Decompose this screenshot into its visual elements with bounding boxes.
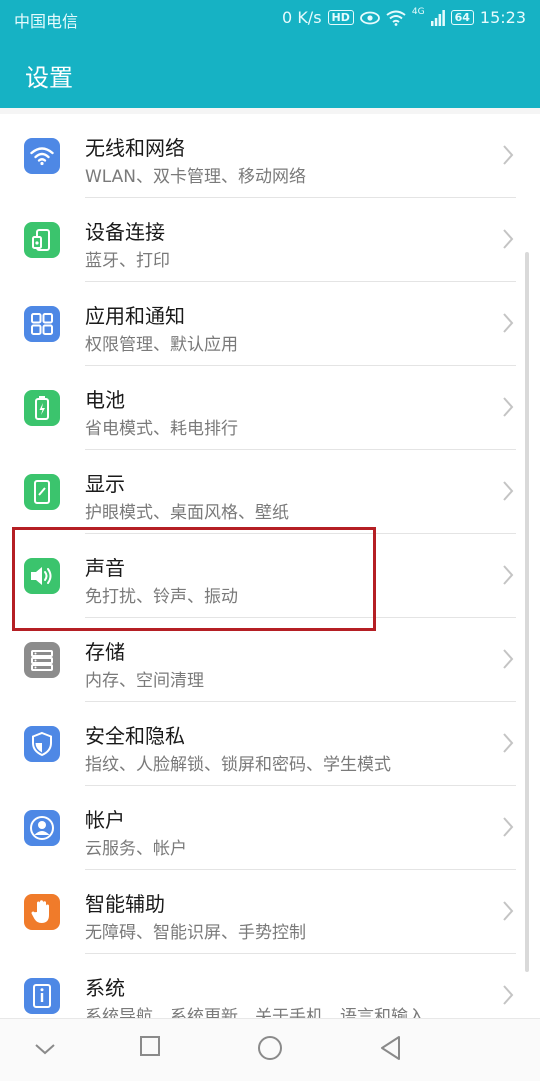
settings-item-subtitle: 内存、空间清理 <box>85 671 204 691</box>
settings-item-subtitle: 蓝牙、打印 <box>85 251 170 271</box>
chevron-right-icon <box>503 901 514 921</box>
settings-item-sound[interactable]: 声音 免打扰、铃声、振动 <box>0 534 540 618</box>
recent-apps-button[interactable] <box>139 1035 161 1057</box>
settings-item-label: 显示 <box>85 472 125 496</box>
settings-item-subtitle: 省电模式、耗电排行 <box>85 419 238 439</box>
storage-icon <box>24 642 60 678</box>
wifi-status-icon <box>386 10 406 26</box>
device-connect-icon <box>24 222 60 258</box>
eye-comfort-icon <box>359 11 380 24</box>
settings-item-wireless[interactable]: 无线和网络 WLAN、双卡管理、移动网络 <box>0 114 540 198</box>
settings-item-system[interactable]: 系统 系统导航、系统更新、关于手机、语言和输入 <box>0 954 540 1018</box>
page-title: 设置 <box>25 64 73 92</box>
chevron-right-icon <box>503 481 514 501</box>
settings-item-label: 安全和隐私 <box>85 724 185 748</box>
scrollbar[interactable] <box>525 252 529 972</box>
settings-item-label: 声音 <box>85 556 125 580</box>
chevron-right-icon <box>503 733 514 753</box>
system-info-icon <box>24 978 60 1014</box>
network-speed: 0 K/s <box>282 8 322 27</box>
display-icon <box>24 474 60 510</box>
home-button[interactable] <box>257 1035 283 1061</box>
settings-item-subtitle: 云服务、帐户 <box>85 839 187 859</box>
hd-badge: HD <box>327 10 354 25</box>
settings-item-security[interactable]: 安全和隐私 指纹、人脸解锁、锁屏和密码、学生模式 <box>0 702 540 786</box>
chevron-right-icon <box>503 817 514 837</box>
app-bar: 设置 <box>0 36 540 108</box>
speaker-icon <box>24 558 60 594</box>
network-type: 4G <box>411 6 425 17</box>
settings-item-subtitle: 权限管理、默认应用 <box>85 335 238 355</box>
chevron-right-icon <box>503 397 514 417</box>
settings-item-label: 设备连接 <box>85 220 165 244</box>
settings-item-storage[interactable]: 存储 内存、空间清理 <box>0 618 540 702</box>
back-button[interactable] <box>379 1035 401 1061</box>
settings-item-label: 无线和网络 <box>85 136 185 160</box>
settings-item-label: 电池 <box>85 388 125 412</box>
chevron-right-icon <box>503 229 514 249</box>
chevron-right-icon <box>503 145 514 165</box>
shield-icon <box>24 726 60 762</box>
settings-item-subtitle: 护眼模式、桌面风格、壁纸 <box>85 503 289 523</box>
carrier-label: 中国电信 <box>14 12 79 31</box>
wifi-icon <box>24 138 60 174</box>
settings-item-subtitle: 指纹、人脸解锁、锁屏和密码、学生模式 <box>85 755 391 775</box>
settings-list: 无线和网络 WLAN、双卡管理、移动网络 设备连接 蓝牙、打印 应用和通知 权限… <box>0 114 540 1018</box>
signal-icon <box>430 9 445 26</box>
chevron-down-icon[interactable] <box>34 1043 56 1055</box>
settings-item-subtitle: 免打扰、铃声、振动 <box>85 587 238 607</box>
chevron-right-icon <box>503 649 514 669</box>
settings-item-subtitle: 系统导航、系统更新、关于手机、语言和输入 <box>85 1007 425 1018</box>
settings-item-account[interactable]: 帐户 云服务、帐户 <box>0 786 540 870</box>
settings-item-label: 系统 <box>85 976 125 1000</box>
battery-icon <box>24 390 60 426</box>
account-icon <box>24 810 60 846</box>
settings-item-subtitle: WLAN、双卡管理、移动网络 <box>85 167 307 187</box>
clock: 15:23 <box>479 8 526 27</box>
settings-item-smart-assist[interactable]: 智能辅助 无障碍、智能识屏、手势控制 <box>0 870 540 954</box>
settings-item-label: 存储 <box>85 640 125 664</box>
settings-item-label: 帐户 <box>85 808 125 832</box>
chevron-right-icon <box>503 985 514 1005</box>
navigation-bar <box>0 1018 540 1081</box>
settings-item-display[interactable]: 显示 护眼模式、桌面风格、壁纸 <box>0 450 540 534</box>
settings-item-device-connection[interactable]: 设备连接 蓝牙、打印 <box>0 198 540 282</box>
chevron-right-icon <box>503 565 514 585</box>
chevron-right-icon <box>503 313 514 333</box>
settings-item-battery[interactable]: 电池 省电模式、耗电排行 <box>0 366 540 450</box>
settings-item-apps[interactable]: 应用和通知 权限管理、默认应用 <box>0 282 540 366</box>
battery-status: 64 <box>450 10 474 25</box>
settings-item-label: 智能辅助 <box>85 892 165 916</box>
settings-item-subtitle: 无障碍、智能识屏、手势控制 <box>85 923 306 943</box>
status-bar: 中国电信 0 K/s HD 4G 64 15:23 <box>0 0 540 36</box>
settings-item-label: 应用和通知 <box>85 304 185 328</box>
apps-grid-icon <box>24 306 60 342</box>
status-icons: 0 K/s HD 4G 64 15:23 <box>282 6 526 28</box>
hand-icon <box>24 894 60 930</box>
